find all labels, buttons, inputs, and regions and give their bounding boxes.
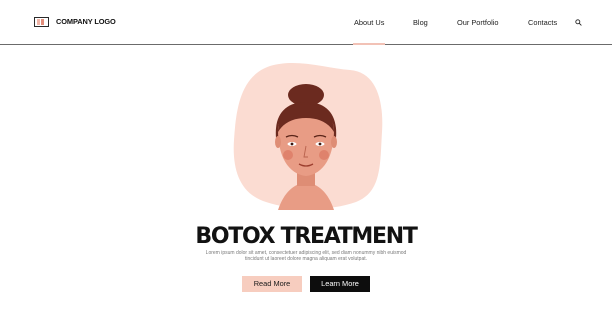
- nav-blog[interactable]: Blog: [413, 18, 428, 27]
- learn-more-button[interactable]: Learn More: [310, 276, 370, 292]
- hero-description: Lorem ipsum dolor sit amet, consectetuer…: [205, 250, 407, 262]
- nav-about-us[interactable]: About Us: [354, 18, 384, 27]
- logo-icon: [34, 17, 49, 27]
- right-ear: [331, 136, 337, 148]
- hero-title: BOTOX TREATMENT: [195, 224, 417, 249]
- read-more-button[interactable]: Read More: [242, 276, 302, 292]
- left-ear: [275, 136, 281, 148]
- left-cheek: [283, 150, 293, 160]
- right-cheek: [319, 150, 329, 160]
- woman-face-illustration: [233, 62, 383, 210]
- nav-our-portfolio[interactable]: Our Portfolio: [457, 18, 499, 27]
- nav-contacts[interactable]: Contacts: [528, 18, 557, 27]
- logo-text: COMPANY LOGO: [56, 17, 116, 26]
- company-logo[interactable]: COMPANY LOGO: [34, 17, 116, 27]
- active-nav-indicator: [353, 43, 385, 45]
- search-icon[interactable]: [575, 19, 582, 26]
- site-header: COMPANY LOGO About Us Blog Our Portfolio…: [0, 0, 612, 45]
